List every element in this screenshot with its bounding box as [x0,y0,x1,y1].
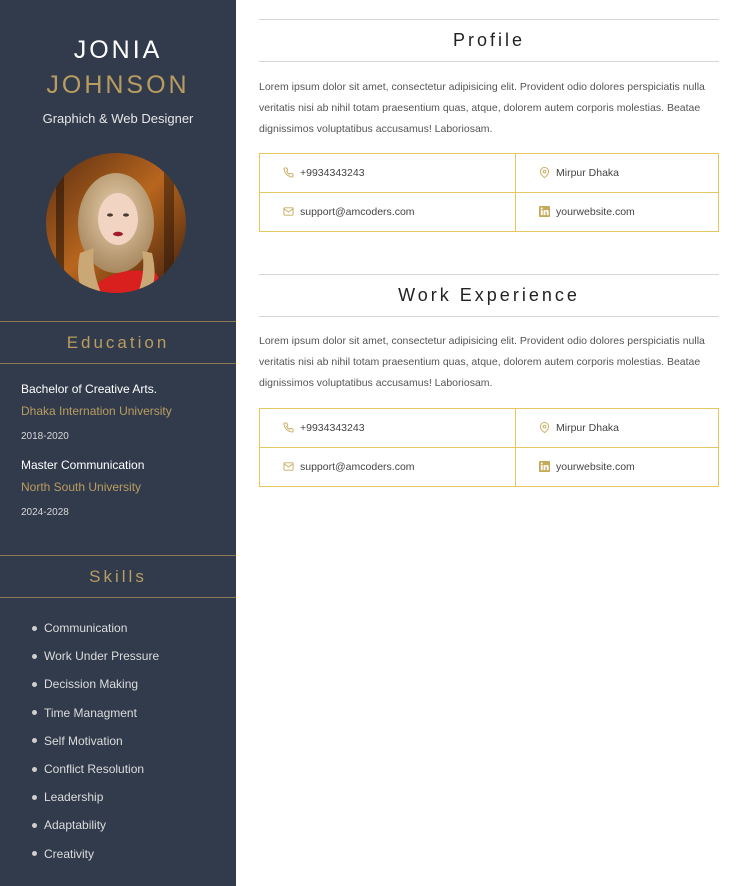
skill-label: Work Under Pressure [44,649,160,664]
email-contact[interactable]: support@amcoders.com [260,448,515,487]
education-school: Dhaka Internation University [21,404,172,418]
profile-photo [46,153,186,293]
phone-contact[interactable]: +9934343243 [260,154,515,193]
bullet-icon [32,653,37,659]
phone-value: +9934343243 [300,421,365,434]
skill-label: Time Managment [44,705,137,720]
phone-icon [282,167,294,179]
education-years: 2018-2020 [21,431,69,442]
job-title: Graphich & Web Designer [42,111,194,126]
map-pin-icon [538,422,550,434]
bullet-icon [32,625,37,631]
profile-heading: Profile [259,19,719,62]
education-years: 2024-2028 [21,507,69,518]
phone-value: +9934343243 [300,166,365,179]
skill-label: Conflict Resolution [44,762,145,777]
email-value: support@amcoders.com [300,460,415,473]
location-value: Mirpur Dhaka [556,166,620,179]
email-contact[interactable]: support@amcoders.com [260,193,515,232]
linkedin-icon [538,206,550,218]
profile-text: Lorem ipsum dolor sit amet, consectetur … [259,81,705,135]
bullet-icon [32,822,37,828]
skill-item: Communication [32,614,159,642]
phone-contact[interactable]: +9934343243 [260,409,515,448]
website-value: yourwebsite.com [556,205,635,218]
work-contact-grid: +9934343243 Mirpur Dhaka support@amcoder… [259,408,719,487]
phone-icon [282,422,294,434]
skill-label: Adaptability [44,818,107,833]
skill-item: Creativity [32,840,159,868]
envelope-icon [282,206,294,218]
bullet-icon [32,794,37,800]
skill-label: Decission Making [44,677,139,692]
skill-item: Leadership [32,783,159,811]
work-experience-heading: Work Experience [259,274,719,317]
education-heading: Education [0,321,236,364]
location-contact: Mirpur Dhaka [515,409,718,448]
education-degree: Bachelor of Creative Arts. [21,382,158,396]
profile-contact-grid: +9934343243 Mirpur Dhaka support@amcoder… [259,153,719,232]
bullet-icon [32,851,37,857]
skill-item: Work Under Pressure [32,642,159,670]
skill-item: Conflict Resolution [32,755,159,783]
bullet-icon [32,710,37,716]
bullet-icon [32,681,37,687]
skill-item: Decission Making [32,670,159,698]
website-contact[interactable]: yourwebsite.com [515,192,718,231]
linkedin-icon [538,461,550,473]
email-value: support@amcoders.com [300,205,415,218]
skill-item: Self Motivation [32,727,159,755]
education-school: North South University [21,480,142,494]
skill-label: Leadership [44,790,104,805]
location-value: Mirpur Dhaka [556,421,620,434]
location-contact: Mirpur Dhaka [515,154,718,193]
education-degree: Master Communication [21,458,145,472]
map-pin-icon [538,167,550,179]
envelope-icon [282,461,294,473]
last-name: JOHNSON [46,71,190,99]
sidebar: JONIA JOHNSON Graphich & Web Designer Ed… [0,0,236,886]
website-contact[interactable]: yourwebsite.com [515,447,718,486]
bullet-icon [32,738,37,744]
education-item: Bachelor of Creative Arts. Dhaka Interna… [21,382,221,442]
work-experience-text: Lorem ipsum dolor sit amet, consectetur … [259,335,705,389]
skill-item: Adaptability [32,811,159,839]
skill-item: Time Managment [32,699,159,727]
skill-label: Communication [44,621,128,636]
skill-label: Self Motivation [44,733,123,748]
skill-label: Creativity [44,846,95,861]
skills-list: Communication Work Under Pressure Deciss… [32,614,159,868]
bullet-icon [32,766,37,772]
website-value: yourwebsite.com [556,460,635,473]
skills-heading: Skills [0,555,236,598]
first-name: JONIA [73,36,163,64]
education-item: Master Communication North South Univers… [21,458,221,518]
